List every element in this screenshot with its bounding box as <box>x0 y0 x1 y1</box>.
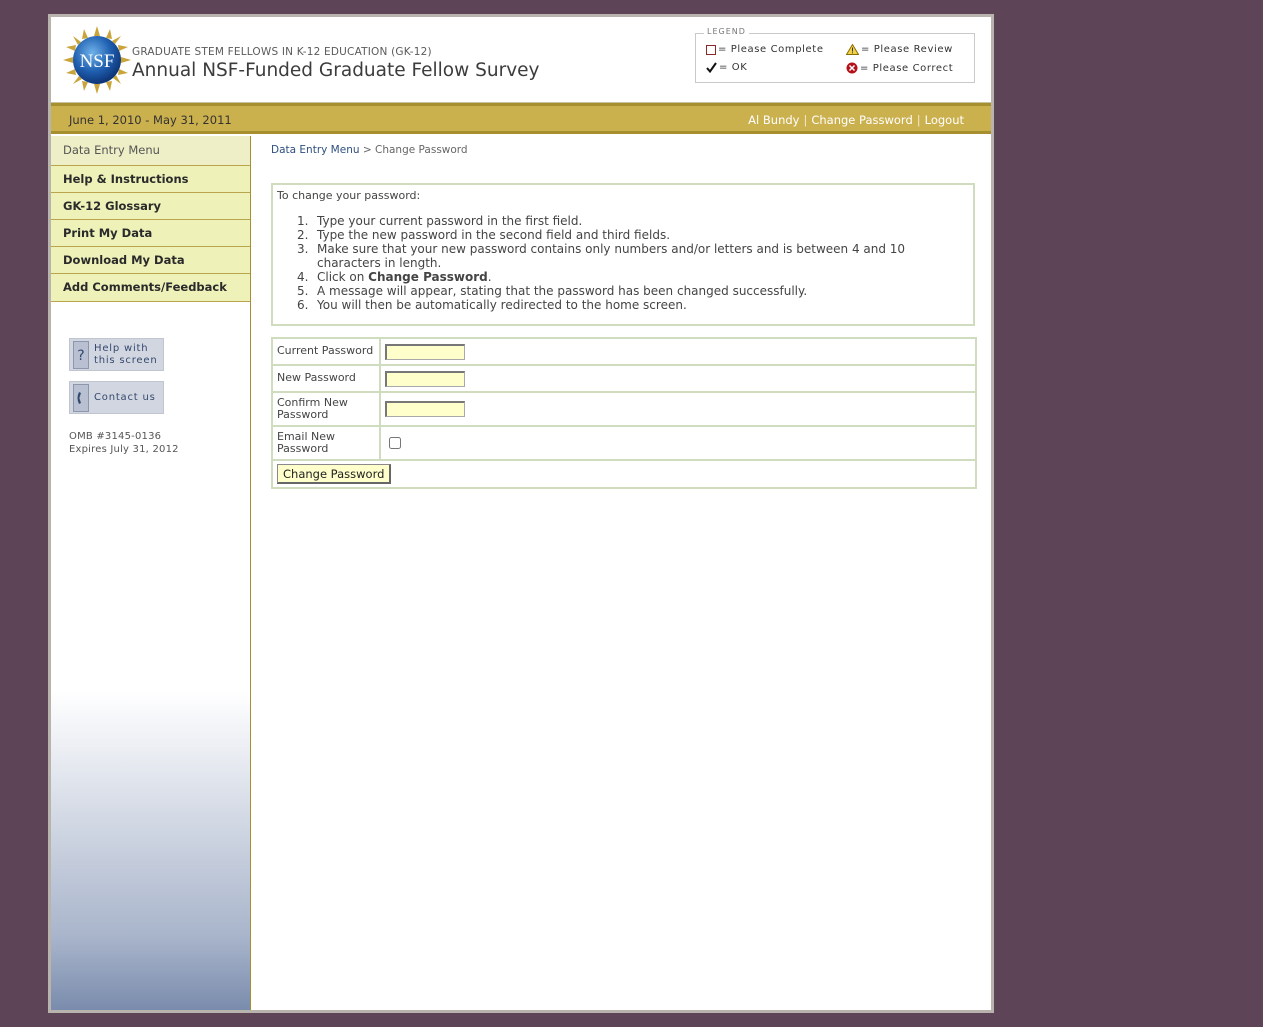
contact-button-label: Contact us <box>94 391 156 403</box>
step-text: . <box>487 270 492 284</box>
instruction-step: 2. Type the new password in the second fi… <box>277 228 967 242</box>
step-bold-text: Change Password <box>368 270 488 284</box>
sidebar-item-print-data[interactable]: Print My Data <box>51 220 250 247</box>
instructions-intro: To change your password: <box>277 189 421 202</box>
breadcrumb-current: Change Password <box>375 144 468 156</box>
breadcrumb: Data Entry Menu > Change Password <box>271 144 468 156</box>
new-password-input[interactable] <box>385 370 465 387</box>
help-with-screen-button[interactable]: ? Help with this screen <box>69 338 164 371</box>
legend-please-review: = Please Review <box>846 44 953 55</box>
page-frame: NSF GRADUATE STEM FELLOWS IN K-12 EDUCAT… <box>48 14 994 1013</box>
email-password-label: Email New Password <box>271 425 381 461</box>
instruction-step: 5. A message will appear, stating that th… <box>277 284 967 298</box>
legend-box: LEGEND = Please Complete = Please Review… <box>695 27 975 83</box>
instruction-step: 1. Type your current password in the firs… <box>277 214 967 228</box>
step-number: 2. <box>297 228 309 242</box>
sidebar: Data Entry Menu Help & Instructions GK-1… <box>51 136 251 1010</box>
legend-caption: LEGEND <box>704 27 749 36</box>
instructions-box: To change your password: 1. Type your cur… <box>271 183 975 326</box>
sidebar-item-add-comments[interactable]: Add Comments/Feedback <box>51 274 250 302</box>
step-number: 4. <box>297 270 309 284</box>
checkmark-icon <box>706 62 717 73</box>
user-links: Al Bundy | Change Password | Logout <box>748 113 964 127</box>
legend-ok: = OK <box>706 62 747 73</box>
logout-link[interactable]: Logout <box>925 113 964 127</box>
page-header: NSF GRADUATE STEM FELLOWS IN K-12 EDUCAT… <box>51 17 991 103</box>
help-button-line1: Help with <box>94 342 149 354</box>
date-range: June 1, 2010 - May 31, 2011 <box>69 113 232 127</box>
change-password-button[interactable]: Change Password <box>277 464 392 484</box>
sidebar-item-download-data[interactable]: Download My Data <box>51 247 250 274</box>
svg-text:?: ? <box>77 348 84 364</box>
sidebar-menu-header[interactable]: Data Entry Menu <box>51 136 250 166</box>
step-text: Click on <box>317 270 369 284</box>
legend-please-complete: = Please Complete <box>706 44 824 55</box>
form-row: Email New Password <box>271 425 977 461</box>
change-password-form: Current Password New Password Confirm Ne… <box>271 337 977 489</box>
instruction-step: 6. You will then be automatically redirec… <box>277 298 967 312</box>
change-password-link[interactable]: Change Password <box>811 113 912 127</box>
instructions-list: 1. Type your current password in the firs… <box>277 214 967 312</box>
breadcrumb-separator: > <box>362 144 372 156</box>
sidebar-item-glossary[interactable]: GK-12 Glossary <box>51 193 250 220</box>
email-password-checkbox[interactable] <box>389 437 401 449</box>
error-icon <box>846 62 858 74</box>
step-number: 6. <box>297 298 309 312</box>
logo-text: NSF <box>80 51 115 72</box>
legend-please-correct: = Please Correct <box>846 62 953 74</box>
main-content: Data Entry Menu > Change Password To cha… <box>251 136 991 1010</box>
omb-expiration: Expires July 31, 2012 <box>69 443 179 455</box>
current-password-input[interactable] <box>385 343 465 360</box>
legend-ok-label: = OK <box>719 62 748 73</box>
step-text: Make sure that your new password contain… <box>317 242 906 270</box>
omb-notice: OMB #3145-0136 Expires July 31, 2012 <box>69 431 179 456</box>
empty-box-icon <box>706 44 716 55</box>
warning-icon <box>846 44 859 55</box>
legend-please-complete-label: = Please Complete <box>718 44 824 55</box>
instruction-step: 4. Click on Change Password. <box>277 270 967 284</box>
sidebar-item-help-instructions[interactable]: Help & Instructions <box>51 166 250 193</box>
separator: | <box>803 113 808 127</box>
header-subtitle: GRADUATE STEM FELLOWS IN K-12 EDUCATION … <box>132 46 432 58</box>
form-row: Change Password <box>271 459 977 489</box>
form-cell: Change Password <box>271 459 977 489</box>
step-text: Type your current password in the first … <box>317 214 583 228</box>
form-cell <box>379 391 977 427</box>
legend-please-review-label: = Please Review <box>861 44 953 55</box>
new-password-label: New Password <box>271 364 381 393</box>
step-text: Type the new password in the second fiel… <box>317 228 671 242</box>
current-password-label: Current Password <box>271 337 381 366</box>
form-cell <box>379 364 977 393</box>
form-cell <box>379 425 977 461</box>
step-number: 3. <box>297 242 309 256</box>
phone-icon <box>73 383 89 412</box>
form-row: Confirm New Password <box>271 391 977 427</box>
instruction-step: 3. Make sure that your new password conta… <box>277 242 967 270</box>
step-text: You will then be automatically redirecte… <box>317 298 687 312</box>
page-title: Annual NSF-Funded Graduate Fellow Survey <box>132 60 540 81</box>
legend-please-correct-label: = Please Correct <box>860 62 954 74</box>
separator: | <box>916 113 921 127</box>
form-cell <box>379 337 977 366</box>
help-button-line2: this screen <box>94 354 158 366</box>
nsf-logo: NSF <box>63 26 131 94</box>
step-text: A message will appear, stating that the … <box>317 284 808 298</box>
user-name-link[interactable]: Al Bundy <box>748 113 799 127</box>
form-row: Current Password <box>271 337 977 366</box>
date-bar: June 1, 2010 - May 31, 2011 Al Bundy | Cha… <box>51 103 991 134</box>
contact-us-button[interactable]: Contact us <box>69 381 164 414</box>
help-question-icon: ? <box>73 340 89 369</box>
omb-number: OMB #3145-0136 <box>69 431 162 442</box>
step-number: 1. <box>297 214 309 228</box>
form-row: New Password <box>271 364 977 393</box>
step-number: 5. <box>297 284 309 298</box>
confirm-password-input[interactable] <box>385 401 465 417</box>
confirm-password-label: Confirm New Password <box>271 391 381 427</box>
breadcrumb-data-entry-menu[interactable]: Data Entry Menu <box>271 144 360 156</box>
